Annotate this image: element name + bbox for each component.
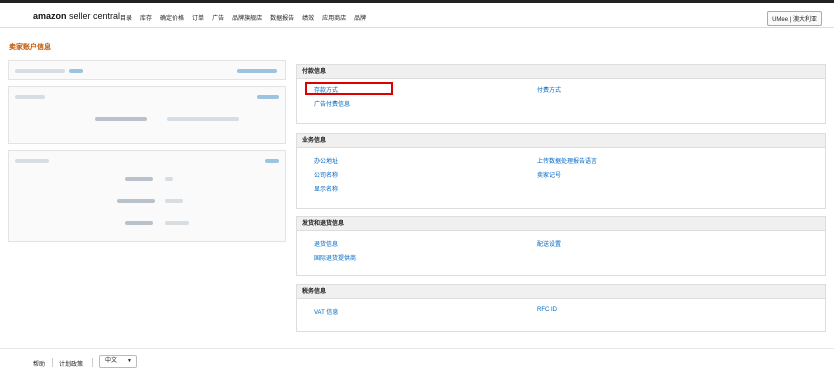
nav-item-stores[interactable]: 品牌旗舰店 [232,13,262,22]
office-address-link[interactable]: 办公地址 [314,156,338,165]
blurred-link [265,159,279,163]
blurred-text [165,199,183,203]
rfc-id-link[interactable]: RFC ID [537,307,557,313]
payment-info-panel: 付款信息 存款方式 付费方式 广告付费信息 [296,64,826,124]
ad-charge-info-link[interactable]: 广告付费信息 [314,99,350,108]
blurred-text [167,117,239,121]
amazon-seller-central-logo[interactable]: amazon seller central [33,11,120,21]
blurred-text [95,117,147,121]
intl-returns-provider-link[interactable]: 国际退货提供商 [314,253,356,262]
blurred-card-3 [8,150,286,242]
panel-title: 业务信息 [297,134,825,148]
blurred-text [69,69,83,73]
delivery-settings-link[interactable]: 配送设置 [537,239,561,248]
main-nav: 目录 库存 确定价格 订单 广告 品牌旗舰店 数据报告 绩效 应用商店 品牌 [120,13,366,22]
panel-title: 税务信息 [297,285,825,299]
nav-item-orders[interactable]: 订单 [192,13,204,22]
blurred-text [117,199,155,203]
blurred-text [125,221,153,225]
nav-item-catalog[interactable]: 目录 [120,13,132,22]
blurred-link [237,69,277,73]
logo-product: seller central [69,11,121,21]
nav-item-appstore[interactable]: 应用商店 [322,13,346,22]
panel-title: 付款信息 [297,65,825,79]
charge-method-link[interactable]: 付费方式 [537,85,561,94]
language-select-value: 中文 [105,358,118,364]
returns-info-link[interactable]: 退货信息 [314,239,338,248]
display-name-link[interactable]: 显示名称 [314,184,338,193]
shipping-returns-panel: 发货和退货信息 退货信息 配送设置 国际退货提供商 [296,216,826,276]
language-select[interactable]: 中文 ▼ [99,355,137,368]
seller-id-link[interactable]: 卖家记号 [537,170,561,179]
deposit-method-link[interactable]: 存款方式 [314,85,338,94]
blurred-text [15,159,49,163]
blurred-text [165,177,173,181]
business-info-panel: 业务信息 办公地址 上传数据处理报告语言 公司名称 卖家记号 显示名称 [296,133,826,209]
panel-title: 发货和退货信息 [297,217,825,231]
blurred-text [15,69,65,73]
top-navigation-bar: amazon seller central 目录 库存 确定价格 订单 广告 品… [0,0,834,28]
nav-item-brands[interactable]: 品牌 [354,13,366,22]
blurred-text [125,177,153,181]
nav-item-pricing[interactable]: 确定价格 [160,13,184,22]
account-switcher-button[interactable]: UMee | 澳大利亚 [767,11,822,26]
footer-divider [52,358,53,367]
blurred-link [257,95,279,99]
tax-info-panel: 税务信息 VAT 信息 RFC ID [296,284,826,332]
nav-item-inventory[interactable]: 库存 [140,13,152,22]
logo-brand: amazon [33,11,67,21]
footer: 帮助 计划政策 中文 ▼ [0,348,834,378]
caret-down-icon: ▼ [127,358,132,364]
blurred-card-1 [8,60,286,80]
blurred-account-summary [8,60,286,248]
nav-item-performance[interactable]: 绩效 [302,13,314,22]
company-name-link[interactable]: 公司名称 [314,170,338,179]
help-link[interactable]: 帮助 [33,359,45,368]
program-policies-link[interactable]: 计划政策 [59,359,83,368]
blurred-text [165,221,189,225]
nav-item-reports[interactable]: 数据报告 [270,13,294,22]
upload-report-language-link[interactable]: 上传数据处理报告语言 [537,156,597,165]
footer-divider [92,358,93,367]
nav-item-advertising[interactable]: 广告 [212,13,224,22]
vat-info-link[interactable]: VAT 信息 [314,307,338,316]
blurred-text [15,95,45,99]
blurred-card-2 [8,86,286,144]
page-title: 卖家账户信息 [9,44,51,51]
